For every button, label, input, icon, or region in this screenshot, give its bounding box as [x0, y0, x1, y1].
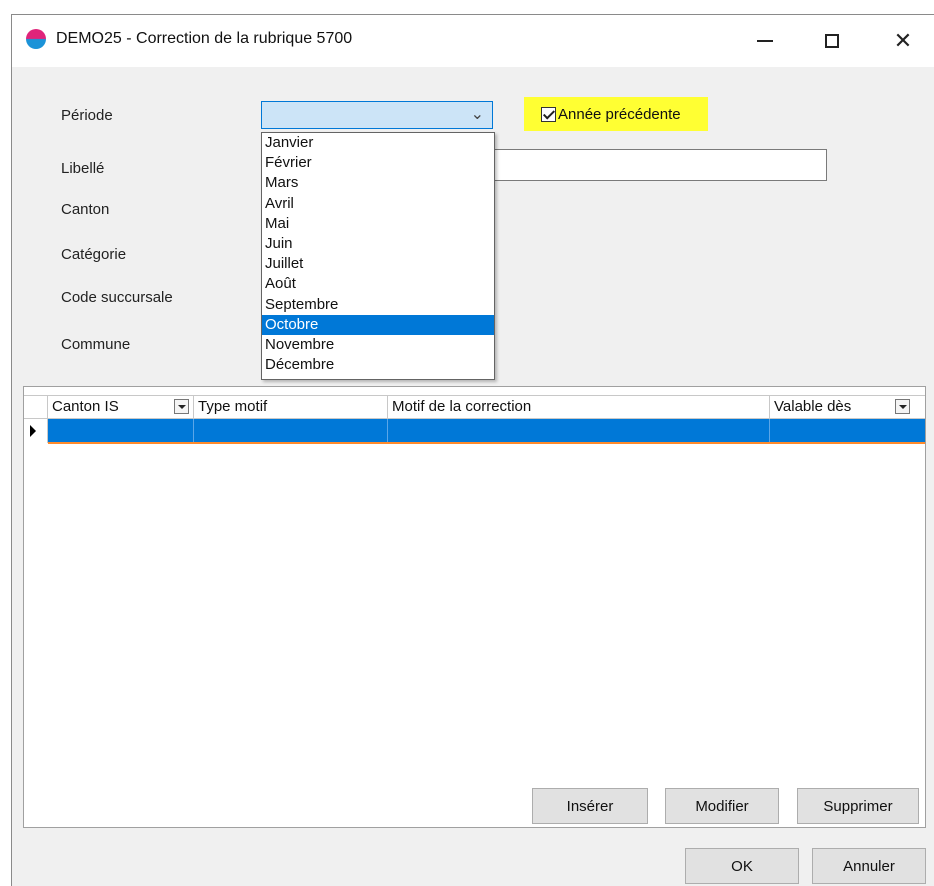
row-indicator-icon: [24, 419, 48, 443]
cell-canton-is[interactable]: [48, 419, 194, 443]
minimize-icon: [757, 40, 773, 42]
app-logo-icon: [26, 29, 46, 49]
column-header-motif-correction[interactable]: Motif de la correction: [388, 396, 770, 419]
window-title: DEMO25 - Correction de la rubrique 5700: [56, 30, 353, 47]
filter-dropdown-icon[interactable]: [174, 399, 189, 414]
maximize-icon: [825, 34, 839, 48]
maximize-button[interactable]: [809, 23, 855, 59]
annuler-button[interactable]: Annuler: [812, 848, 926, 884]
column-header-valable-des[interactable]: Valable dès: [770, 396, 925, 419]
month-option[interactable]: Mai: [262, 214, 494, 234]
code-succursale-label: Code succursale: [61, 289, 173, 306]
column-label: Type motif: [198, 398, 268, 415]
supprimer-button[interactable]: Supprimer: [797, 788, 919, 824]
grid-corner: [24, 396, 48, 419]
chevron-down-icon[interactable]: ⌄: [471, 104, 484, 124]
month-option[interactable]: Mars: [262, 173, 494, 193]
modifier-button[interactable]: Modifier: [665, 788, 779, 824]
categorie-label: Catégorie: [61, 246, 127, 263]
close-button[interactable]: ✕: [880, 23, 926, 59]
minimize-button[interactable]: [742, 23, 788, 59]
title-bar: DEMO25 - Correction de la rubrique 5700 …: [12, 15, 934, 67]
cell-motif-correction[interactable]: [388, 419, 770, 443]
periode-label: Période: [61, 107, 113, 124]
commune-label: Commune: [61, 336, 131, 353]
annee-precedente-label[interactable]: Année précédente: [558, 106, 681, 123]
table-row[interactable]: [24, 419, 925, 444]
annee-precedente-checkbox[interactable]: [541, 106, 556, 122]
column-header-canton-is[interactable]: Canton IS: [48, 396, 194, 419]
periode-select[interactable]: ⌄: [261, 101, 493, 129]
libelle-input[interactable]: [494, 149, 827, 181]
annee-precedente-checkbox-area[interactable]: Année précédente: [524, 97, 708, 131]
canton-label: Canton: [61, 201, 110, 218]
month-option[interactable]: Juin: [262, 234, 494, 254]
close-icon: ✕: [893, 28, 913, 53]
cell-type-motif[interactable]: [194, 419, 388, 443]
month-option[interactable]: Février: [262, 153, 494, 173]
month-option[interactable]: Juillet: [262, 254, 494, 274]
month-option[interactable]: Décembre: [262, 355, 494, 375]
month-option[interactable]: Novembre: [262, 335, 494, 355]
column-label: Valable dès: [774, 398, 852, 415]
month-option[interactable]: Avril: [262, 194, 494, 214]
column-label: Motif de la correction: [392, 398, 532, 415]
periode-dropdown-list[interactable]: Janvier Février Mars Avril Mai Juin Juil…: [261, 132, 495, 380]
month-option-highlighted[interactable]: Octobre: [262, 314, 494, 335]
cell-valable-des[interactable]: [770, 419, 925, 443]
column-label: Canton IS: [52, 398, 119, 415]
month-option[interactable]: Août: [262, 274, 494, 294]
column-header-type-motif[interactable]: Type motif: [194, 396, 388, 419]
background-strip: [0, 0, 934, 14]
dialog-window: DEMO25 - Correction de la rubrique 5700 …: [11, 14, 934, 886]
libelle-label: Libellé: [61, 160, 105, 177]
ok-button[interactable]: OK: [685, 848, 799, 884]
corrections-grid: Canton IS Type motif Motif de la correct…: [23, 386, 926, 828]
month-option[interactable]: Janvier: [262, 133, 494, 153]
grid-header: Canton IS Type motif Motif de la correct…: [24, 395, 925, 419]
filter-dropdown-icon[interactable]: [895, 399, 910, 414]
row-focus-underline: [48, 442, 925, 444]
month-option[interactable]: Septembre: [262, 295, 494, 315]
inserer-button[interactable]: Insérer: [532, 788, 648, 824]
